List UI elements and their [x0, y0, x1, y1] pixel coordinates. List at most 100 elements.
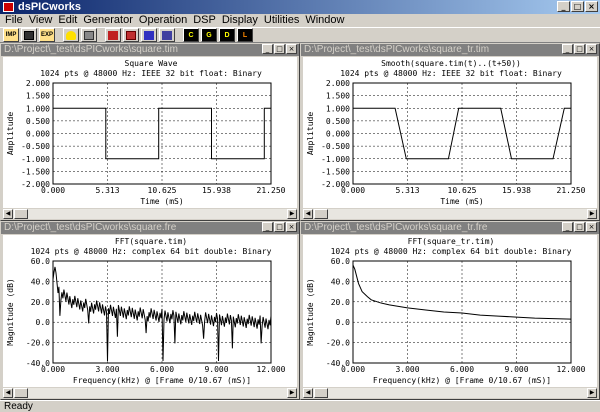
mdi-workspace: D:\Project\_test\dsPICworks\square.tim _…: [0, 43, 600, 400]
g-button[interactable]: G: [201, 28, 217, 42]
tool-a-button[interactable]: [105, 28, 121, 42]
scroll-thumb[interactable]: [14, 209, 28, 219]
tool-b-button[interactable]: [123, 28, 139, 42]
chart-svg: FFT(square.tim)1024 pts @ 48000 Hz: comp…: [6, 237, 286, 385]
close-button[interactable]: ×: [585, 1, 598, 12]
y-axis-label: Magnitude (dB): [306, 278, 315, 345]
scroll-thumb[interactable]: [314, 388, 328, 398]
window-close-button[interactable]: ×: [586, 44, 597, 54]
x-tick-label: 6.000: [150, 365, 174, 374]
scroll-left-arrow[interactable]: ◀: [303, 388, 313, 398]
window-close-button[interactable]: ×: [586, 222, 597, 232]
y-tick-label: -1.500: [321, 167, 350, 176]
menu-dsp[interactable]: DSP: [191, 14, 220, 27]
tool-d-button[interactable]: [159, 28, 175, 42]
plot-area[interactable]: FFT(square_tr.tim) 1024 pts @ 48000 Hz: c…: [303, 235, 597, 387]
y-tick-label: -20.0: [26, 339, 50, 348]
x-tick-label: 5.313: [95, 186, 119, 195]
y-axis-label: Amplitude: [6, 112, 15, 156]
scroll-right-arrow[interactable]: ▶: [287, 388, 297, 398]
save-button[interactable]: [21, 28, 37, 42]
window-maximize-button[interactable]: □: [274, 222, 285, 232]
help-button[interactable]: [63, 28, 79, 42]
x-axis-label: Time (mS): [440, 197, 483, 206]
window-maximize-button[interactable]: □: [574, 222, 585, 232]
horizontal-scrollbar[interactable]: ◀ ▶: [3, 209, 297, 219]
y-tick-label: -0.500: [21, 142, 50, 151]
status-bar: Ready: [0, 400, 600, 412]
scroll-left-arrow[interactable]: ◀: [3, 209, 13, 219]
y-tick-label: 2.000: [326, 79, 350, 88]
scroll-right-arrow[interactable]: ▶: [587, 388, 597, 398]
window-minimize-button[interactable]: _: [562, 222, 573, 232]
scroll-left-arrow[interactable]: ◀: [303, 209, 313, 219]
window-square-tr-tim[interactable]: D:\Project\_test\dsPICworks\square_tr.ti…: [300, 43, 600, 221]
chart-svg: FFT(square_tr.tim)1024 pts @ 48000 Hz: c…: [306, 237, 586, 385]
l-button[interactable]: L: [237, 28, 253, 42]
chart-title: Square Wave: [125, 59, 178, 68]
x-tick-label: 0.000: [41, 186, 65, 195]
print-button[interactable]: [81, 28, 97, 42]
window-title[interactable]: D:\Project\_test\dsPICworks\square_tr.fr…: [301, 222, 599, 234]
scroll-thumb[interactable]: [314, 209, 328, 219]
scroll-right-arrow[interactable]: ▶: [587, 209, 597, 219]
x-tick-label: 21.250: [257, 186, 286, 195]
menubar: File View Edit Generator Operation DSP D…: [0, 14, 600, 27]
c-button[interactable]: C: [183, 28, 199, 42]
window-title[interactable]: D:\Project\_test\dsPICworks\square.fre _…: [1, 222, 299, 234]
window-square-tr-fre[interactable]: D:\Project\_test\dsPICworks\square_tr.fr…: [300, 221, 600, 400]
menu-file[interactable]: File: [3, 14, 27, 27]
x-tick-label: 0.000: [341, 365, 365, 374]
tool-c-button[interactable]: [141, 28, 157, 42]
y-tick-label: 0.000: [326, 130, 350, 139]
menu-operation[interactable]: Operation: [137, 14, 191, 27]
import-button[interactable]: IMP: [3, 28, 19, 42]
menu-window[interactable]: Window: [303, 14, 348, 27]
scroll-right-arrow[interactable]: ▶: [287, 209, 297, 219]
chart-title: FFT(square.tim): [115, 237, 187, 246]
window-square-fre[interactable]: D:\Project\_test\dsPICworks\square.fre _…: [0, 221, 300, 400]
y-tick-label: 0.500: [326, 117, 350, 126]
window-close-button[interactable]: ×: [286, 222, 297, 232]
minimize-button[interactable]: _: [557, 1, 570, 12]
y-tick-label: 1.000: [326, 104, 350, 113]
horizontal-scrollbar[interactable]: ◀ ▶: [3, 388, 297, 398]
horizontal-scrollbar[interactable]: ◀ ▶: [303, 209, 597, 219]
window-maximize-button[interactable]: □: [274, 44, 285, 54]
window-minimize-button[interactable]: _: [562, 44, 573, 54]
plot-area[interactable]: Square Wave 1024 pts @ 48000 Hz: IEEE 32 …: [3, 57, 297, 208]
maximize-button[interactable]: □: [571, 1, 584, 12]
y-tick-label: 0.0: [36, 318, 51, 327]
y-tick-label: -0.500: [321, 142, 350, 151]
plot-area[interactable]: Smooth(square.tim(t)..(t+50)) 1024 pts @ …: [303, 57, 597, 208]
window-close-button[interactable]: ×: [286, 44, 297, 54]
window-minimize-button[interactable]: _: [262, 222, 273, 232]
menu-view[interactable]: View: [27, 14, 57, 27]
x-tick-label: 10.625: [148, 186, 177, 195]
y-tick-label: 1.000: [26, 104, 50, 113]
y-tick-label: 20.0: [31, 298, 50, 307]
window-minimize-button[interactable]: _: [262, 44, 273, 54]
window-square-tim[interactable]: D:\Project\_test\dsPICworks\square.tim _…: [0, 43, 300, 221]
window-title[interactable]: D:\Project\_test\dsPICworks\square_tr.ti…: [301, 44, 599, 56]
export-button[interactable]: EXP: [39, 28, 55, 42]
d-button[interactable]: D: [219, 28, 235, 42]
x-tick-label: 3.000: [95, 365, 119, 374]
y-tick-label: -1.500: [21, 167, 50, 176]
chart-info: 1024 pts @ 48000 Hz: complex 64 bit doub…: [31, 247, 272, 256]
waveform-icon: [126, 30, 136, 40]
plot-area[interactable]: FFT(square.tim) 1024 pts @ 48000 Hz: comp…: [3, 235, 297, 387]
chart-info: 1024 pts @ 48000 Hz: IEEE 32 bit float: …: [40, 69, 262, 78]
window-maximize-button[interactable]: □: [574, 44, 585, 54]
menu-generator[interactable]: Generator: [81, 14, 137, 27]
horizontal-scrollbar[interactable]: ◀ ▶: [303, 388, 597, 398]
scroll-left-arrow[interactable]: ◀: [3, 388, 13, 398]
window-title[interactable]: D:\Project\_test\dsPICworks\square.tim _…: [1, 44, 299, 56]
menu-utilities[interactable]: Utilities: [262, 14, 303, 27]
y-tick-label: 0.500: [26, 117, 50, 126]
scroll-thumb[interactable]: [14, 388, 28, 398]
menu-display[interactable]: Display: [220, 14, 262, 27]
x-tick-label: 3.000: [395, 365, 419, 374]
menu-edit[interactable]: Edit: [56, 14, 81, 27]
x-tick-label: 5.313: [395, 186, 419, 195]
